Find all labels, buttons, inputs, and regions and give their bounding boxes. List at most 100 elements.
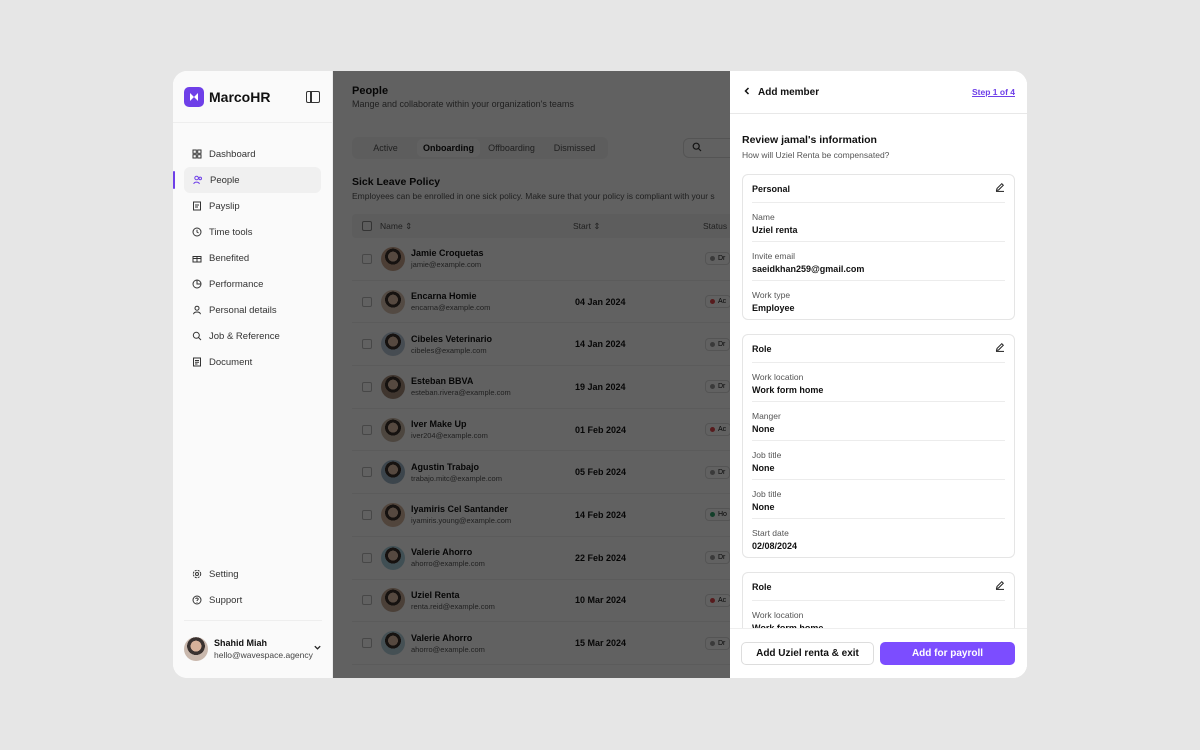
sidebar-item-label: Time tools — [209, 226, 253, 238]
sidebar-item-setting[interactable]: Setting — [173, 561, 332, 587]
field-value: Work form home — [752, 385, 824, 395]
row-checkbox[interactable] — [362, 296, 372, 307]
table-row[interactable]: Uziel Renta renta.reid@example.com 10 Ma… — [352, 580, 772, 623]
avatar — [381, 246, 405, 271]
sidebar-item-document[interactable]: Document — [173, 349, 332, 375]
row-name: Iver Make Up — [411, 419, 467, 430]
user-meta: Shahid Miah hello@wavespace.agency — [214, 638, 313, 660]
card-header: Personal — [752, 175, 1005, 203]
edit-icon[interactable] — [995, 182, 1005, 195]
select-all-checkbox[interactable] — [362, 221, 372, 231]
column-status[interactable]: Status — [703, 221, 727, 231]
card-title: Personal — [752, 183, 791, 194]
sidebar-toggle-icon[interactable] — [306, 90, 320, 103]
row-name: Uziel Renta — [411, 589, 460, 600]
table-row[interactable]: Iyamiris Cel Santander iyamiris.young@ex… — [352, 494, 772, 537]
review-cards: Personal Name Uziel renta Invite email s… — [742, 174, 1015, 628]
row-email: iyamiris.young@example.com — [411, 516, 512, 526]
sidebar-item-label: Setting — [209, 568, 239, 580]
row-checkbox[interactable] — [362, 339, 372, 350]
avatar — [381, 502, 405, 527]
row-start-date: 14 Feb 2024 — [575, 509, 627, 520]
tab-dismissed[interactable]: Dismissed — [543, 139, 606, 157]
add-and-exit-button[interactable]: Add Uziel renta & exit — [741, 642, 874, 665]
sidebar-item-benefited[interactable]: Benefited — [173, 245, 332, 271]
sidebar-item-personal-details[interactable]: Personal details — [173, 297, 332, 323]
row-person: Valerie Ahorro ahorro@example.com — [411, 547, 575, 568]
status-badge: Dr — [705, 551, 731, 565]
logo-row: MarcoHR — [173, 71, 332, 123]
field-value: Uziel renta — [752, 225, 798, 235]
chevron-down-icon[interactable] — [313, 643, 322, 654]
table-row[interactable]: Agustin Trabajo trabajo.mitc@example.com… — [352, 451, 772, 495]
row-checkbox[interactable] — [362, 424, 372, 435]
status-dot — [710, 469, 715, 475]
row-checkbox[interactable] — [362, 467, 372, 478]
table-row[interactable]: Encarna Homie encarna@example.com 04 Jan… — [352, 281, 772, 324]
field-label: Work type — [752, 290, 791, 300]
row-person: Cibeles Veterinario cibeles@example.com — [411, 334, 575, 355]
back-icon[interactable] — [742, 85, 752, 99]
avatar — [381, 460, 405, 485]
edit-icon[interactable] — [995, 342, 1005, 355]
tab-active[interactable]: Active — [354, 139, 417, 157]
column-name-label: Name — [380, 220, 403, 231]
panel-body[interactable]: Review jamal's information How will Uzie… — [730, 114, 1027, 628]
avatar — [381, 374, 405, 399]
sidebar-item-people[interactable]: People — [173, 167, 321, 193]
people-icon — [193, 175, 203, 185]
sidebar-item-support[interactable]: Support — [173, 587, 332, 613]
column-name[interactable]: Name ⇕ — [380, 221, 573, 232]
sidebar-item-performance[interactable]: Performance — [173, 271, 332, 297]
row-start-date: 10 Mar 2024 — [575, 595, 627, 606]
field-label: Name — [752, 212, 775, 222]
add-member-panel: Add member Step 1 of 4 Review jamal's in… — [730, 71, 1027, 678]
row-person: Iyamiris Cel Santander iyamiris.young@ex… — [411, 504, 575, 525]
status-dot — [710, 341, 715, 347]
tab-offboarding[interactable]: Offboarding — [480, 139, 543, 157]
table-row[interactable]: Valerie Ahorro ahorro@example.com 22 Feb… — [352, 537, 772, 580]
panel-header: Add member Step 1 of 4 — [730, 71, 1027, 114]
row-person: Jamie Croquetas jamie@example.com — [411, 248, 575, 269]
row-checkbox[interactable] — [362, 595, 372, 606]
status-label: Ac — [718, 426, 727, 434]
status-badge: Ac — [705, 423, 732, 437]
table-row[interactable]: Cibeles Veterinario cibeles@example.com … — [352, 323, 772, 367]
status-dot — [710, 384, 715, 390]
field-label: Start date — [752, 528, 789, 538]
table-row[interactable]: Esteban BBVA esteban.rivera@example.com … — [352, 366, 772, 409]
row-checkbox[interactable] — [362, 509, 372, 520]
status-dot — [710, 555, 715, 561]
step-indicator[interactable]: Step 1 of 4 — [972, 87, 1015, 97]
row-checkbox[interactable] — [362, 638, 372, 649]
sidebar-item-payslip[interactable]: Payslip — [173, 193, 332, 219]
sidebar-item-job-reference[interactable]: Job & Reference — [173, 323, 332, 349]
status-label: Ac — [718, 298, 727, 306]
status-label: Ho — [718, 511, 727, 519]
row-checkbox[interactable] — [362, 552, 372, 563]
table-header: Name ⇕ Start ⇕ Status — [352, 214, 772, 238]
status-badge: Dr — [705, 380, 731, 394]
status-dot — [710, 299, 715, 305]
row-checkbox[interactable] — [362, 253, 372, 264]
status-badge: Ac — [705, 295, 732, 309]
field-label: Job title — [752, 489, 782, 499]
table-row[interactable]: Iver Make Up iver204@example.com 01 Feb … — [352, 409, 772, 452]
page-title: People — [352, 85, 389, 97]
column-start[interactable]: Start ⇕ — [573, 221, 703, 232]
sidebar-item-label: Support — [209, 594, 243, 606]
table-row[interactable]: Valerie Ahorro ahorro@example.com 15 Mar… — [352, 622, 772, 665]
review-card-role: Role Work location Work form home Manger… — [742, 572, 1015, 628]
add-for-payroll-button[interactable]: Add for payroll — [880, 642, 1015, 665]
edit-icon[interactable] — [995, 580, 1005, 593]
app-window: MarcoHR Dashboard People Payslip Time to… — [173, 71, 1027, 678]
table-row[interactable]: Jamie Croquetas jamie@example.com Dr — [352, 238, 772, 281]
sidebar-item-label: Job & Reference — [209, 330, 280, 342]
user-profile[interactable]: Shahid Miah hello@wavespace.agency — [184, 620, 322, 664]
row-email: ahorro@example.com — [411, 644, 485, 654]
user-email: hello@wavespace.agency — [214, 649, 313, 660]
tab-onboarding[interactable]: Onboarding — [417, 139, 480, 157]
sidebar-item-time-tools[interactable]: Time tools — [173, 219, 332, 245]
sidebar-item-dashboard[interactable]: Dashboard — [173, 141, 332, 167]
row-checkbox[interactable] — [362, 381, 372, 392]
